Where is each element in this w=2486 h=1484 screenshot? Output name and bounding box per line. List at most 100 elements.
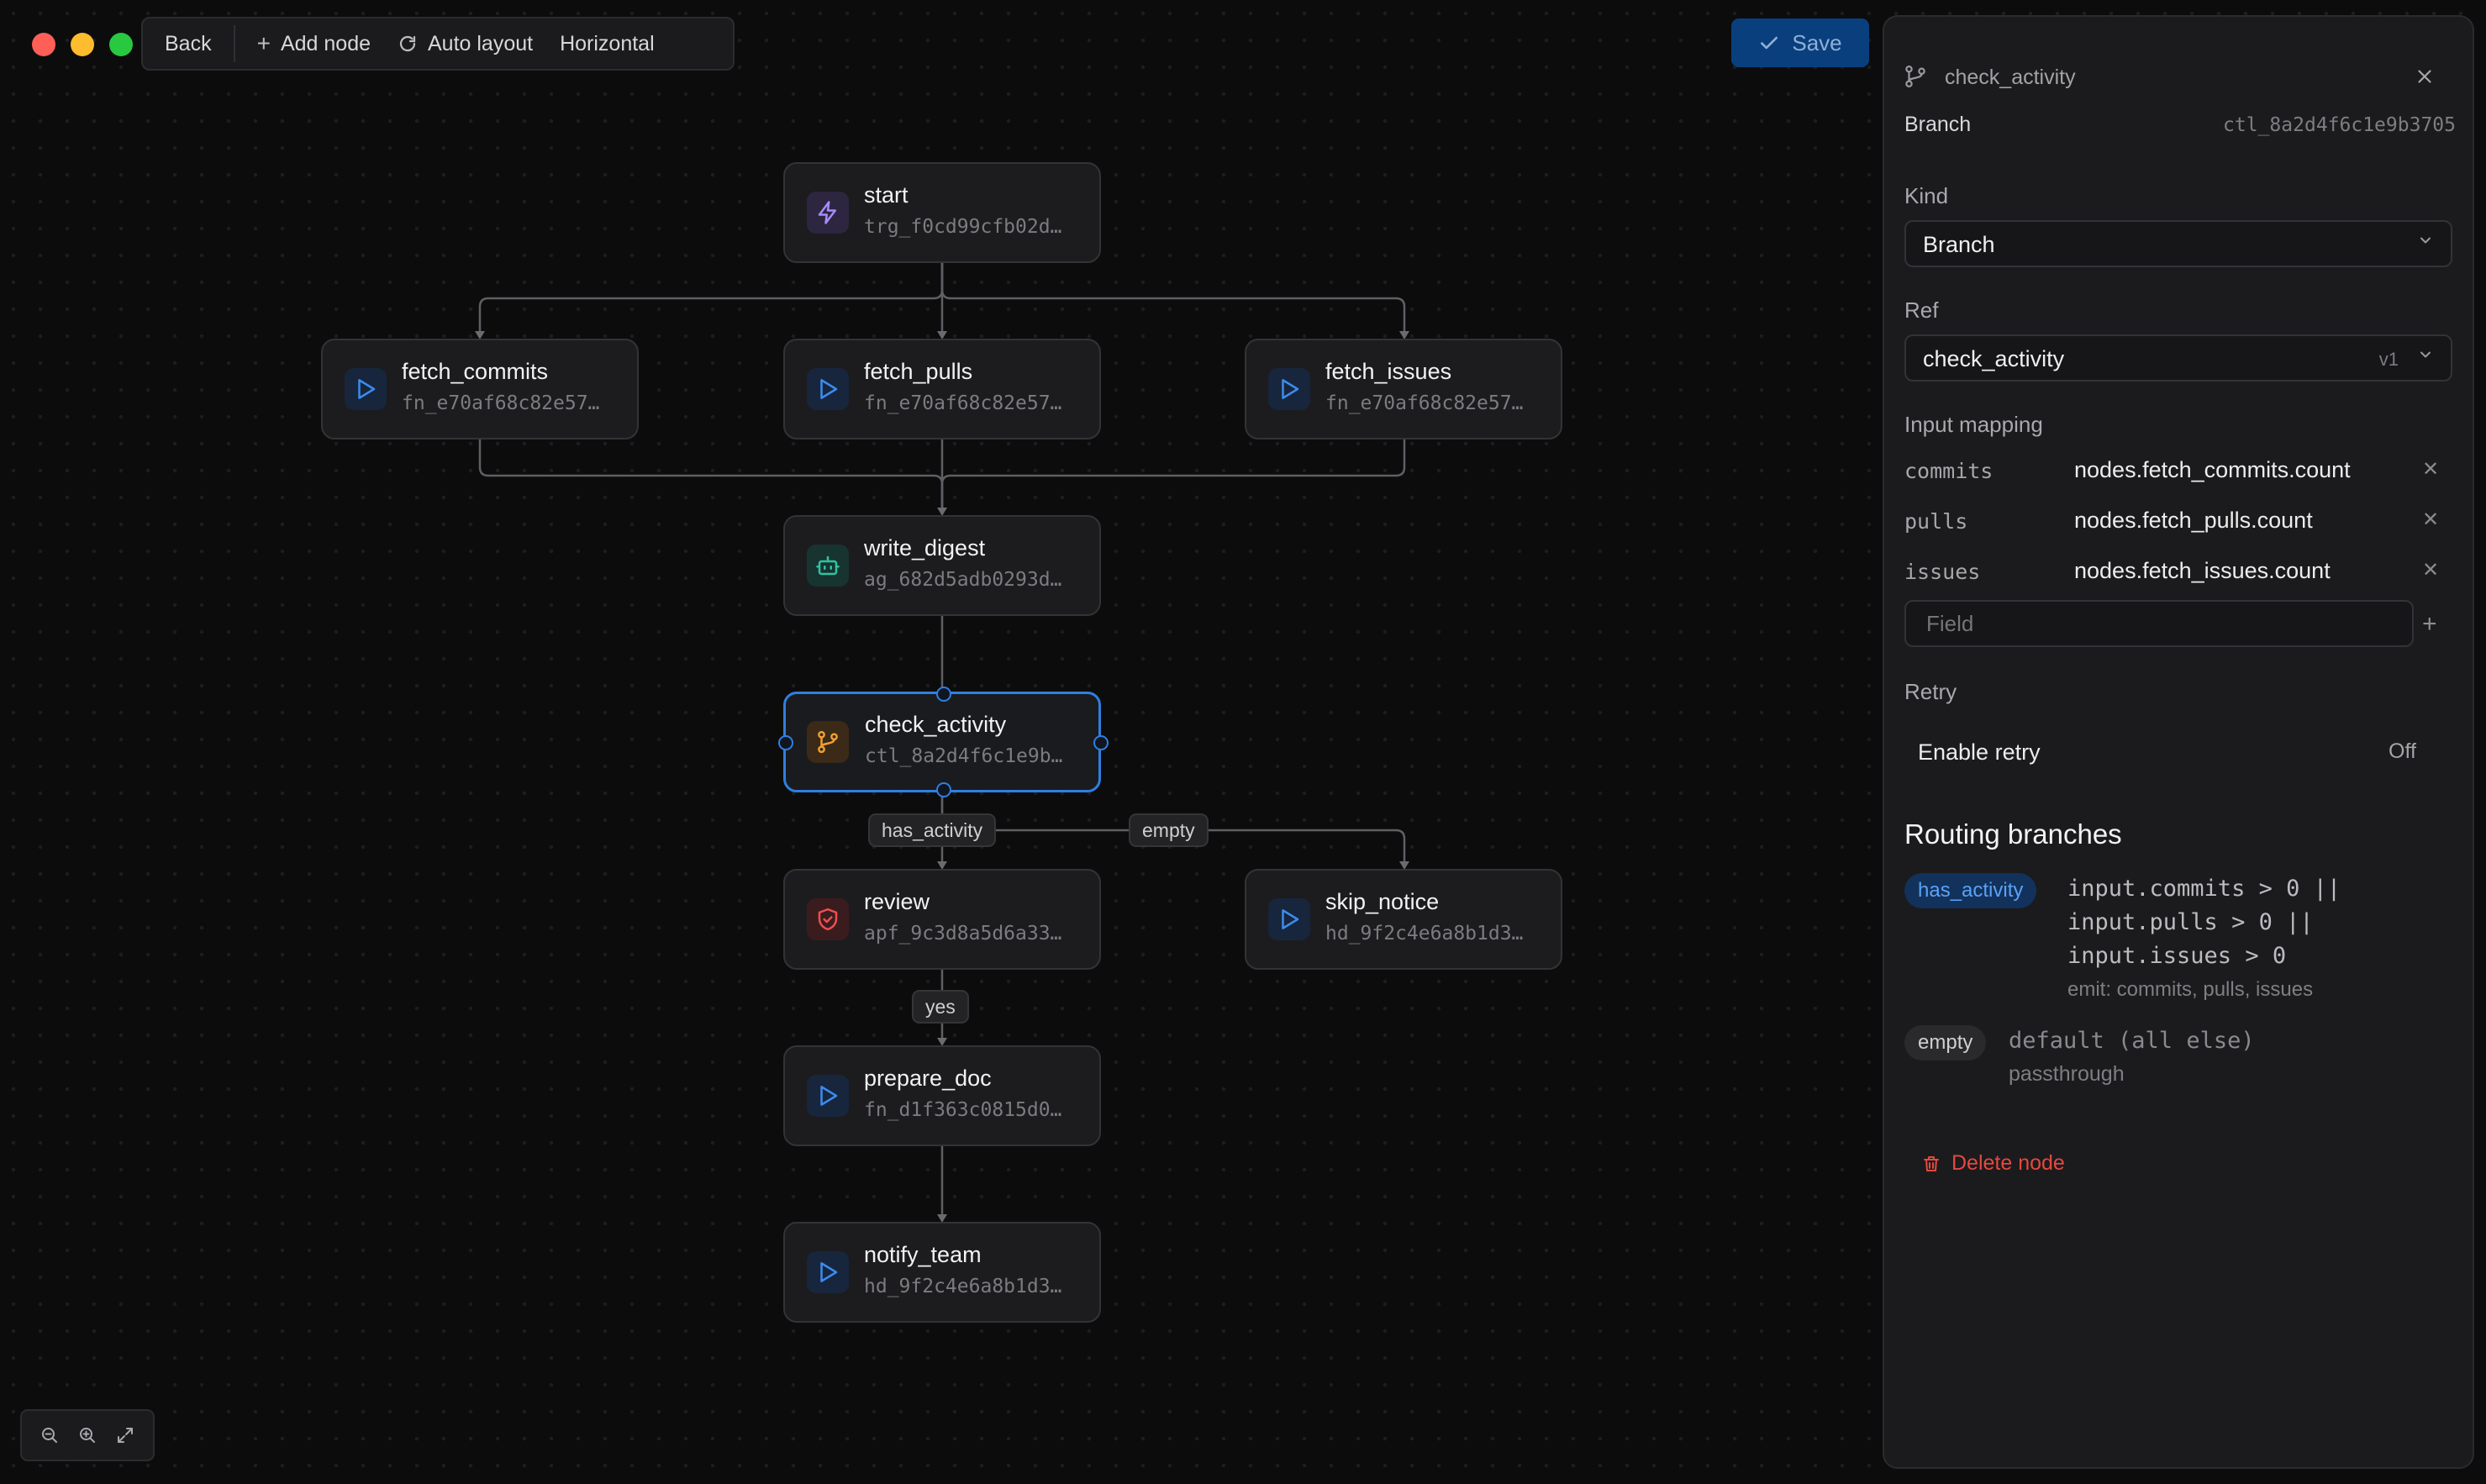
node-write-digest[interactable]: write_digest ag_682d5adb0293d…: [783, 515, 1101, 616]
node-id: fn_e70af68c82e57…: [1325, 392, 1524, 414]
edge-label-text: has_activity: [882, 818, 983, 841]
play-icon: [807, 368, 849, 410]
remove-mapping-icon[interactable]: ✕: [2422, 508, 2439, 532]
node-prepare-doc[interactable]: prepare_doc fn_d1f363c0815d0…: [783, 1045, 1101, 1146]
node-title: review: [864, 889, 930, 914]
edge-start-fetch-issues: [940, 263, 1406, 338]
node-title: write_digest: [864, 535, 986, 560]
zoom-controls: [20, 1409, 155, 1461]
lightning-icon: [807, 192, 849, 234]
branch-emit: emit: commits, pulls, issues: [2067, 978, 2314, 1001]
ref-select[interactable]: check_activity v1: [1904, 334, 2452, 382]
delete-node-label: Delete node: [1951, 1151, 2065, 1175]
node-title: prepare_doc: [864, 1066, 992, 1091]
node-type-label: Branch: [1904, 113, 1972, 136]
branch-condition-line: input.pulls > 0 ||: [2067, 909, 2314, 935]
ref-value: check_activity: [1923, 346, 2065, 371]
node-notify-team[interactable]: notify_team hd_9f2c4e6a8b1d3…: [783, 1222, 1101, 1323]
chevron-down-icon: [2417, 346, 2434, 368]
input-handle-top[interactable]: [936, 687, 951, 702]
node-id: fn_e70af68c82e57…: [864, 392, 1062, 414]
retry-label: Retry: [1904, 679, 1957, 704]
delete-node-button[interactable]: Delete node: [1921, 1151, 2065, 1176]
node-skip-notice[interactable]: skip_notice hd_9f2c4e6a8b1d3…: [1245, 869, 1562, 970]
mapping-field-input[interactable]: [1904, 600, 2414, 647]
branch-pill-has-activity[interactable]: has_activity: [1904, 873, 2037, 908]
branch-icon: [1905, 66, 1925, 87]
node-id: trg_f0cd99cfb02d…: [864, 216, 1062, 238]
node-id: apf_9c3d8a5d6a33…: [864, 923, 1062, 945]
node-title: skip_notice: [1325, 889, 1440, 914]
remove-mapping-icon[interactable]: ✕: [2422, 457, 2439, 482]
node-id-value: ctl_8a2d4f6c1e9b3705: [2223, 114, 2456, 136]
ref-label: Ref: [1904, 297, 1939, 323]
enable-retry-toggle[interactable]: Off: [2389, 739, 2416, 764]
edge-start-fetch-commits: [478, 263, 944, 338]
add-mapping-icon[interactable]: +: [2422, 610, 2437, 639]
node-title: fetch_issues: [1325, 359, 1452, 384]
zoom-in-icon[interactable]: [77, 1425, 97, 1445]
enable-retry-label: Enable retry: [1918, 739, 2041, 765]
node-title: fetch_commits: [402, 359, 549, 384]
node-id: hd_9f2c4e6a8b1d3…: [864, 1276, 1062, 1297]
node-id: hd_9f2c4e6a8b1d3…: [1325, 923, 1524, 945]
play-icon: [807, 1075, 849, 1117]
edge-label-empty[interactable]: empty: [1129, 813, 1209, 847]
branch-emit: passthrough: [2009, 1062, 2125, 1086]
branch-condition-line: default (all else): [2009, 1028, 2255, 1054]
node-inspector-panel: check_activity Branch ctl_8a2d4f6c1e9b37…: [1883, 15, 2474, 1469]
kind-select[interactable]: Branch: [1904, 220, 2452, 267]
mapping-key: commits: [1904, 459, 1994, 483]
shield-check-icon: [807, 898, 849, 940]
play-icon: [807, 1251, 849, 1293]
panel-node-name: check_activity: [1945, 66, 2076, 89]
play-icon: [345, 368, 387, 410]
branch-pill-empty[interactable]: empty: [1904, 1025, 1987, 1060]
node-id: fn_e70af68c82e57…: [402, 392, 600, 414]
edge-fetch-issues-write-digest: [940, 439, 1406, 514]
mapping-value[interactable]: nodes.fetch_pulls.count: [2074, 508, 2313, 534]
node-start[interactable]: start trg_f0cd99cfb02d…: [783, 162, 1101, 263]
trash-icon: [1924, 1155, 1939, 1171]
node-title: check_activity: [865, 712, 1007, 737]
node-title: start: [864, 182, 909, 208]
node-review[interactable]: review apf_9c3d8a5d6a33…: [783, 869, 1101, 970]
zoom-out-icon[interactable]: [40, 1425, 60, 1445]
mapping-value[interactable]: nodes.fetch_issues.count: [2074, 558, 2331, 584]
play-icon: [1268, 898, 1310, 940]
node-title: notify_team: [864, 1242, 982, 1267]
chevron-down-icon: [2417, 232, 2434, 254]
routing-branches-title: Routing branches: [1904, 818, 2122, 850]
node-title: fetch_pulls: [864, 359, 973, 384]
ref-version: v1: [2378, 349, 2399, 370]
mapping-key: pulls: [1904, 509, 1968, 534]
kind-value: Branch: [1923, 232, 1995, 257]
node-fetch-pulls[interactable]: fetch_pulls fn_e70af68c82e57…: [783, 339, 1101, 439]
play-icon: [1268, 368, 1310, 410]
close-icon[interactable]: [2414, 66, 2436, 87]
node-id: ag_682d5adb0293d…: [864, 569, 1062, 591]
edge-label-text: empty: [1142, 818, 1195, 841]
mapping-key: issues: [1904, 560, 1981, 584]
remove-mapping-icon[interactable]: ✕: [2422, 558, 2439, 582]
branch-condition-line: input.commits > 0 ||: [2067, 876, 2341, 902]
handle-right[interactable]: [1093, 735, 1109, 750]
handle-left[interactable]: [778, 735, 793, 750]
edge-label-text: yes: [925, 995, 956, 1018]
robot-icon: [807, 545, 849, 587]
edge-label-yes[interactable]: yes: [912, 990, 969, 1024]
node-id: fn_d1f363c0815d0…: [864, 1099, 1062, 1121]
edge-fetch-commits-write-digest: [478, 439, 944, 514]
fit-view-icon[interactable]: [115, 1425, 135, 1445]
node-fetch-issues[interactable]: fetch_issues fn_e70af68c82e57…: [1245, 339, 1562, 439]
output-handle-bottom[interactable]: [936, 782, 951, 797]
edge-label-has-activity[interactable]: has_activity: [868, 813, 997, 847]
input-mapping-label: Input mapping: [1904, 412, 2043, 437]
node-check-activity[interactable]: check_activity ctl_8a2d4f6c1e9b…: [778, 687, 1109, 797]
kind-label: Kind: [1904, 183, 1949, 208]
node-id: ctl_8a2d4f6c1e9b…: [865, 745, 1063, 767]
branch-icon: [807, 721, 849, 763]
mapping-value[interactable]: nodes.fetch_commits.count: [2074, 457, 2351, 483]
branch-condition-line: input.issues > 0: [2067, 943, 2287, 969]
node-fetch-commits[interactable]: fetch_commits fn_e70af68c82e57…: [321, 339, 639, 439]
